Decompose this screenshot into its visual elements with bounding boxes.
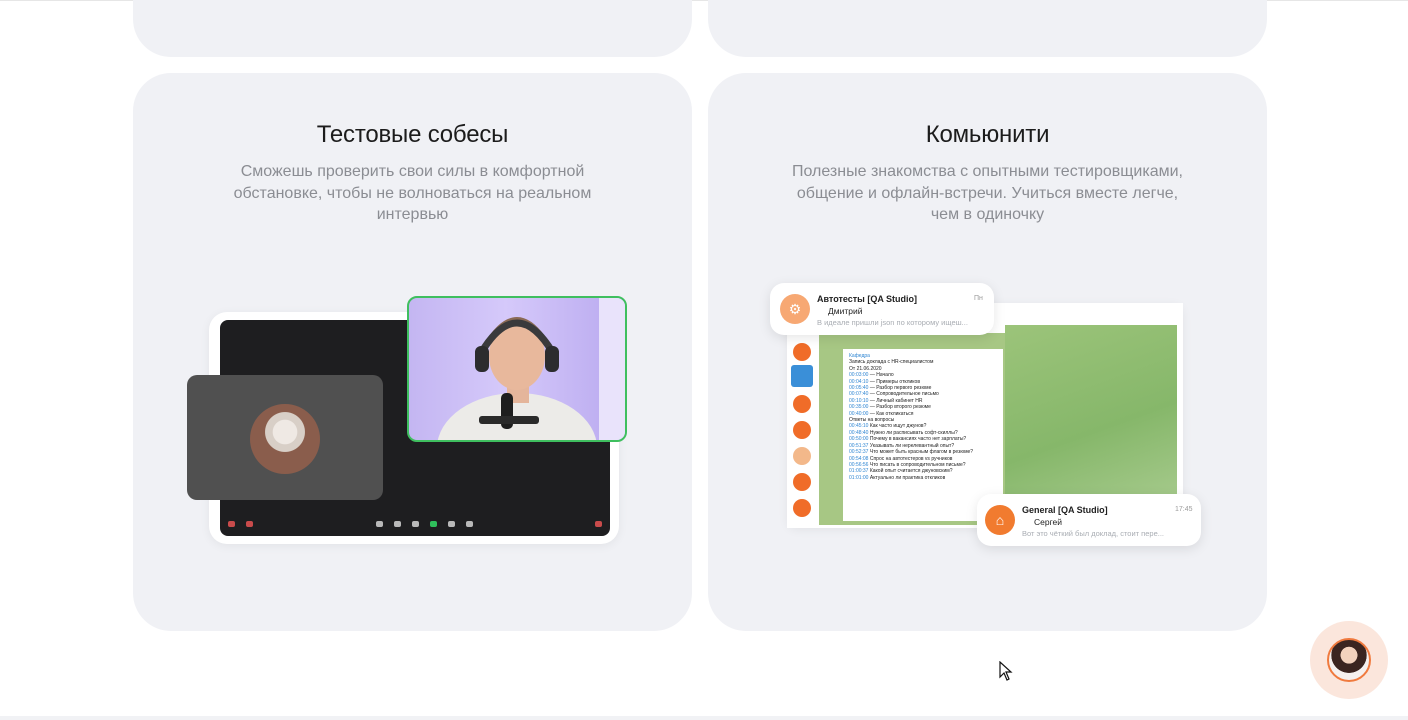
record-icon [447,521,455,527]
chat-icon [393,521,401,527]
participant-avatar [250,404,320,474]
car-icon [793,473,811,491]
feature-card-mock-interviews: Тестовые собесы Сможешь проверить свои с… [133,73,692,631]
feature-card-community: Комьюнити Полезные знакомства с опытными… [708,73,1267,631]
card-description: Полезные знакомства с опытными тестировщ… [792,163,1183,223]
telegram-header-bar [1005,303,1183,325]
telegram-chat-wallpaper [1005,325,1177,495]
chat-preview-general: ⌂ General [QA Studio] 17:45 Сергей Вот э… [977,494,1201,546]
previous-card-left [133,0,692,57]
more-icon [465,521,473,527]
avatar-icon [793,447,811,465]
leave-icon [595,521,602,527]
video-call-toolbar [228,514,602,534]
card-description: Сможешь проверить свои силы в комфортной… [233,163,592,223]
chat-time: 17:45 [1175,506,1193,513]
telegram-message-post: Кафедра Запись доклада с HR-специалистом… [843,349,1003,521]
participants-icon [375,521,383,527]
previous-card-right [708,0,1267,57]
chat-sender: Сергей [1034,517,1062,527]
robot-icon: ⚙ [780,294,810,324]
chat-message: В идеале пришли json по которому ищеш... [817,318,968,327]
reactions-icon [411,521,419,527]
chat-time: Пн [974,295,983,302]
chat-title: General [QA Studio] [1022,505,1108,515]
home-icon: ⌂ [985,505,1015,535]
globe-icon [793,421,811,439]
share-screen-icon [429,521,437,527]
chat-widget-avatar-icon[interactable] [1327,638,1371,682]
speaker-video-image [437,298,625,440]
microphone-icon [228,521,235,527]
message-icon [793,499,811,517]
card-title: Тестовые собесы [316,121,509,148]
home-icon [791,365,813,387]
chat-title: Автотесты [QA Studio] [817,294,918,304]
chat-sender: Дмитрий [828,306,863,316]
chat-preview-autotests: ⚙ Автотесты [QA Studio] Пн Дмитрий В иде… [770,283,994,335]
chat-message: Вот это чёткий был доклад, стоит пере... [1022,529,1165,538]
page-bottom-band [0,716,1408,720]
mouse-cursor-icon [999,661,1013,681]
camera-icon [246,521,253,527]
participant-tile-speaker [407,296,627,442]
participant-tile-gray [187,375,383,500]
card-title: Комьюнити [925,121,1050,148]
folder-icon [793,343,811,361]
lock-icon [793,395,811,413]
telegram-folder-sidebar [787,333,817,528]
